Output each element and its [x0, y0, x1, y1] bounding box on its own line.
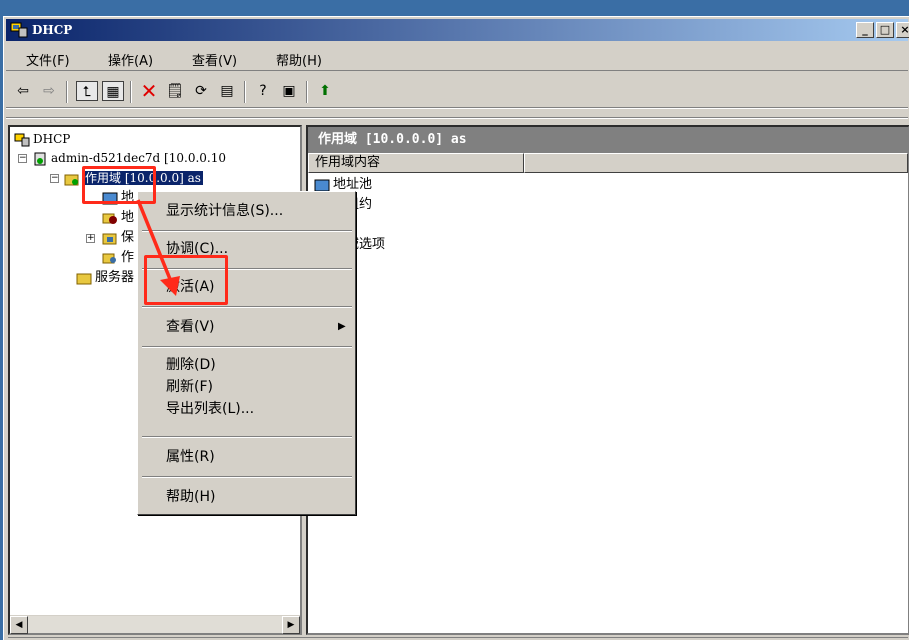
- scope-options-icon: [102, 253, 116, 263]
- dhcp-root-icon: [14, 133, 30, 146]
- address-lease-icon: [102, 213, 117, 224]
- menu-item-help[interactable]: 帮助(H): [166, 486, 215, 508]
- tree-server-label: admin-d521dec7d [10.0.0.10: [51, 151, 226, 165]
- delete-icon[interactable]: ✕: [138, 81, 160, 101]
- menu-bar: 文件(F) 操作(A) 查看(V) 帮助(H): [6, 45, 908, 71]
- desktop-background: [0, 0, 909, 16]
- detail-pane: 作用域 [10.0.0.0] as 作用域内容 地址池 址租约 留 用域选项: [306, 125, 909, 635]
- tree-horizontal-scrollbar[interactable]: ◀ ▶: [10, 615, 300, 634]
- column-header-empty[interactable]: [524, 153, 908, 173]
- close-button[interactable]: ×: [896, 22, 909, 38]
- menu-action[interactable]: 操作(A): [108, 50, 153, 69]
- menu-item-delete[interactable]: 删除(D): [166, 354, 216, 376]
- tree-child-label: 地: [121, 210, 135, 225]
- tree-root-label: DHCP: [33, 132, 71, 146]
- menu-item-refresh[interactable]: 刷新(F): [166, 376, 213, 398]
- export-list-icon[interactable]: ▤: [216, 81, 238, 101]
- scroll-left-icon[interactable]: ◀: [10, 616, 28, 634]
- expand-scope-toggle[interactable]: −: [50, 174, 59, 183]
- address-pool-icon: [314, 179, 330, 191]
- maximize-button[interactable]: □: [876, 22, 894, 38]
- tree-child-address-lease[interactable]: 地: [102, 208, 134, 228]
- dhcp-app-icon: [10, 22, 28, 38]
- tree-child-scope-options[interactable]: 作: [102, 248, 134, 268]
- properties-icon[interactable]: 🗒: [164, 81, 186, 101]
- title-bar[interactable]: DHCP _ □ ×: [6, 19, 909, 41]
- back-arrow-icon[interactable]: ⇦: [12, 81, 34, 101]
- console-icon[interactable]: ▣: [278, 81, 300, 101]
- menu-item-show-statistics[interactable]: 显示统计信息(S)...: [166, 200, 283, 222]
- detail-header: 作用域 [10.0.0.0] as: [308, 127, 908, 153]
- menu-item-export-list[interactable]: 导出列表(L)...: [166, 398, 254, 420]
- tree-root-dhcp[interactable]: DHCP: [14, 129, 70, 149]
- server-options-icon: [76, 273, 92, 284]
- help-icon[interactable]: ?: [252, 81, 274, 101]
- window-title: DHCP: [32, 23, 73, 37]
- context-menu: 显示统计信息(S)... 协调(C)... 激活(A) 查看(V) ▶ 删除(D…: [137, 191, 356, 515]
- tree-server-options-label: 服务器: [95, 270, 135, 285]
- highlight-activate-box: [144, 255, 228, 305]
- server-icon: [34, 152, 46, 165]
- scope-folder-icon: [64, 174, 79, 185]
- menu-item-view[interactable]: 查看(V): [166, 316, 215, 338]
- submenu-arrow-icon: ▶: [338, 321, 346, 332]
- menu-help[interactable]: 帮助(H): [276, 50, 322, 69]
- tree-server[interactable]: admin-d521dec7d [10.0.0.10: [32, 148, 226, 168]
- show-hide-tree-icon[interactable]: ▦: [102, 81, 124, 101]
- expand-server-toggle[interactable]: −: [18, 154, 27, 163]
- expand-reservation-toggle[interactable]: +: [86, 234, 95, 243]
- column-header-content[interactable]: 作用域内容: [308, 153, 524, 173]
- highlight-scope-box: [82, 166, 156, 204]
- scroll-right-icon[interactable]: ▶: [282, 616, 300, 634]
- menu-item-properties[interactable]: 属性(R): [166, 446, 215, 468]
- activate-icon[interactable]: ⬆: [314, 81, 336, 101]
- toolbar: ⇦ ⇨ ⮤ ▦ ✕ 🗒 ⟳ ▤ ? ▣ ⬆: [6, 75, 908, 107]
- refresh-icon[interactable]: ⟳: [190, 81, 212, 101]
- forward-arrow-icon[interactable]: ⇨: [38, 81, 60, 101]
- tree-child-reservation[interactable]: 保: [102, 228, 134, 248]
- tree-child-label: 保: [121, 230, 135, 245]
- up-level-icon[interactable]: ⮤: [76, 81, 98, 101]
- tree-server-options[interactable]: 服务器: [76, 268, 134, 288]
- menu-file[interactable]: 文件(F): [26, 50, 70, 69]
- minimize-button[interactable]: _: [856, 22, 874, 38]
- menu-view[interactable]: 查看(V): [192, 50, 237, 69]
- tree-child-label: 作: [121, 250, 135, 265]
- reservation-folder-icon: [102, 233, 117, 244]
